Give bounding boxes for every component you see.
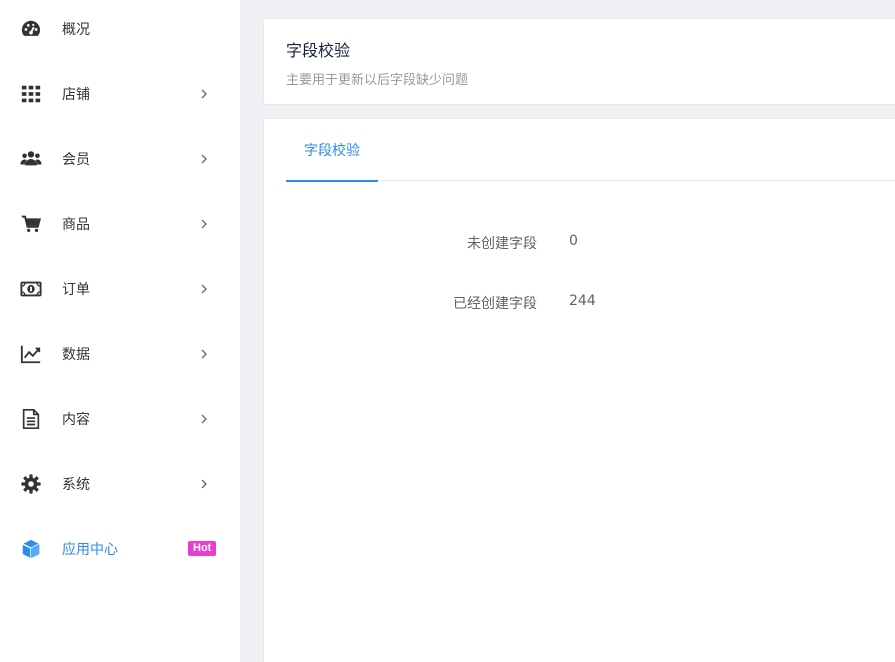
sidebar-item-label: 数据	[62, 346, 90, 363]
sidebar: 概况 店铺 会员 商品 订单 数据 内容 系统 应用中心 Hot	[0, 0, 240, 662]
field-label: 已经创建字段	[453, 296, 537, 312]
sidebar-item-overview[interactable]: 概况	[0, 0, 240, 61]
page-title: 字段校验	[286, 41, 351, 60]
chart-line-icon	[19, 342, 43, 366]
chevron-right-icon	[198, 478, 210, 490]
document-icon	[19, 407, 43, 431]
sidebar-item-label: 系统	[62, 476, 90, 493]
chevron-right-icon	[198, 218, 210, 230]
hot-badge: Hot	[188, 541, 217, 556]
chevron-right-icon	[198, 153, 210, 165]
grid-icon	[19, 82, 43, 106]
field-row-uncreated: 未创建字段 0	[264, 231, 895, 255]
money-icon	[19, 277, 43, 301]
tab-label: 字段校验	[304, 143, 360, 159]
tabs-bar: 字段校验	[286, 119, 895, 182]
dashboard-icon	[19, 17, 43, 41]
sidebar-item-goods[interactable]: 商品	[0, 191, 240, 256]
chevron-right-icon	[198, 283, 210, 295]
field-value: 244	[569, 293, 596, 309]
page-header: 字段校验 主要用于更新以后字段缺少问题	[263, 18, 895, 105]
sidebar-item-label: 概况	[62, 21, 90, 38]
sidebar-item-system[interactable]: 系统	[0, 451, 240, 516]
field-value: 0	[569, 233, 578, 249]
sidebar-item-members[interactable]: 会员	[0, 126, 240, 191]
cart-icon	[19, 212, 43, 236]
field-row-created: 已经创建字段 244	[264, 291, 895, 315]
chevron-right-icon	[198, 348, 210, 360]
chevron-right-icon	[198, 413, 210, 425]
sidebar-item-label: 店铺	[62, 86, 90, 103]
gear-icon	[19, 472, 43, 496]
users-icon	[19, 147, 43, 171]
sidebar-item-orders[interactable]: 订单	[0, 256, 240, 321]
sidebar-item-label: 商品	[62, 216, 90, 233]
sidebar-item-label: 应用中心	[62, 541, 118, 558]
page-subtitle: 主要用于更新以后字段缺少问题	[286, 73, 469, 88]
sidebar-item-label: 会员	[62, 151, 90, 168]
content-panel: 字段校验 未创建字段 0 已经创建字段 244	[263, 118, 895, 662]
sidebar-item-app-center[interactable]: 应用中心 Hot	[0, 516, 240, 581]
tab-active-indicator	[286, 180, 378, 182]
tab-field-check[interactable]: 字段校验	[286, 119, 378, 182]
chevron-right-icon	[198, 88, 210, 100]
sidebar-item-label: 内容	[62, 411, 90, 428]
sidebar-item-content[interactable]: 内容	[0, 386, 240, 451]
sidebar-item-data[interactable]: 数据	[0, 321, 240, 386]
sidebar-item-shop[interactable]: 店铺	[0, 61, 240, 126]
cube-icon	[19, 537, 43, 561]
field-label: 未创建字段	[467, 236, 537, 252]
sidebar-item-label: 订单	[62, 281, 90, 298]
